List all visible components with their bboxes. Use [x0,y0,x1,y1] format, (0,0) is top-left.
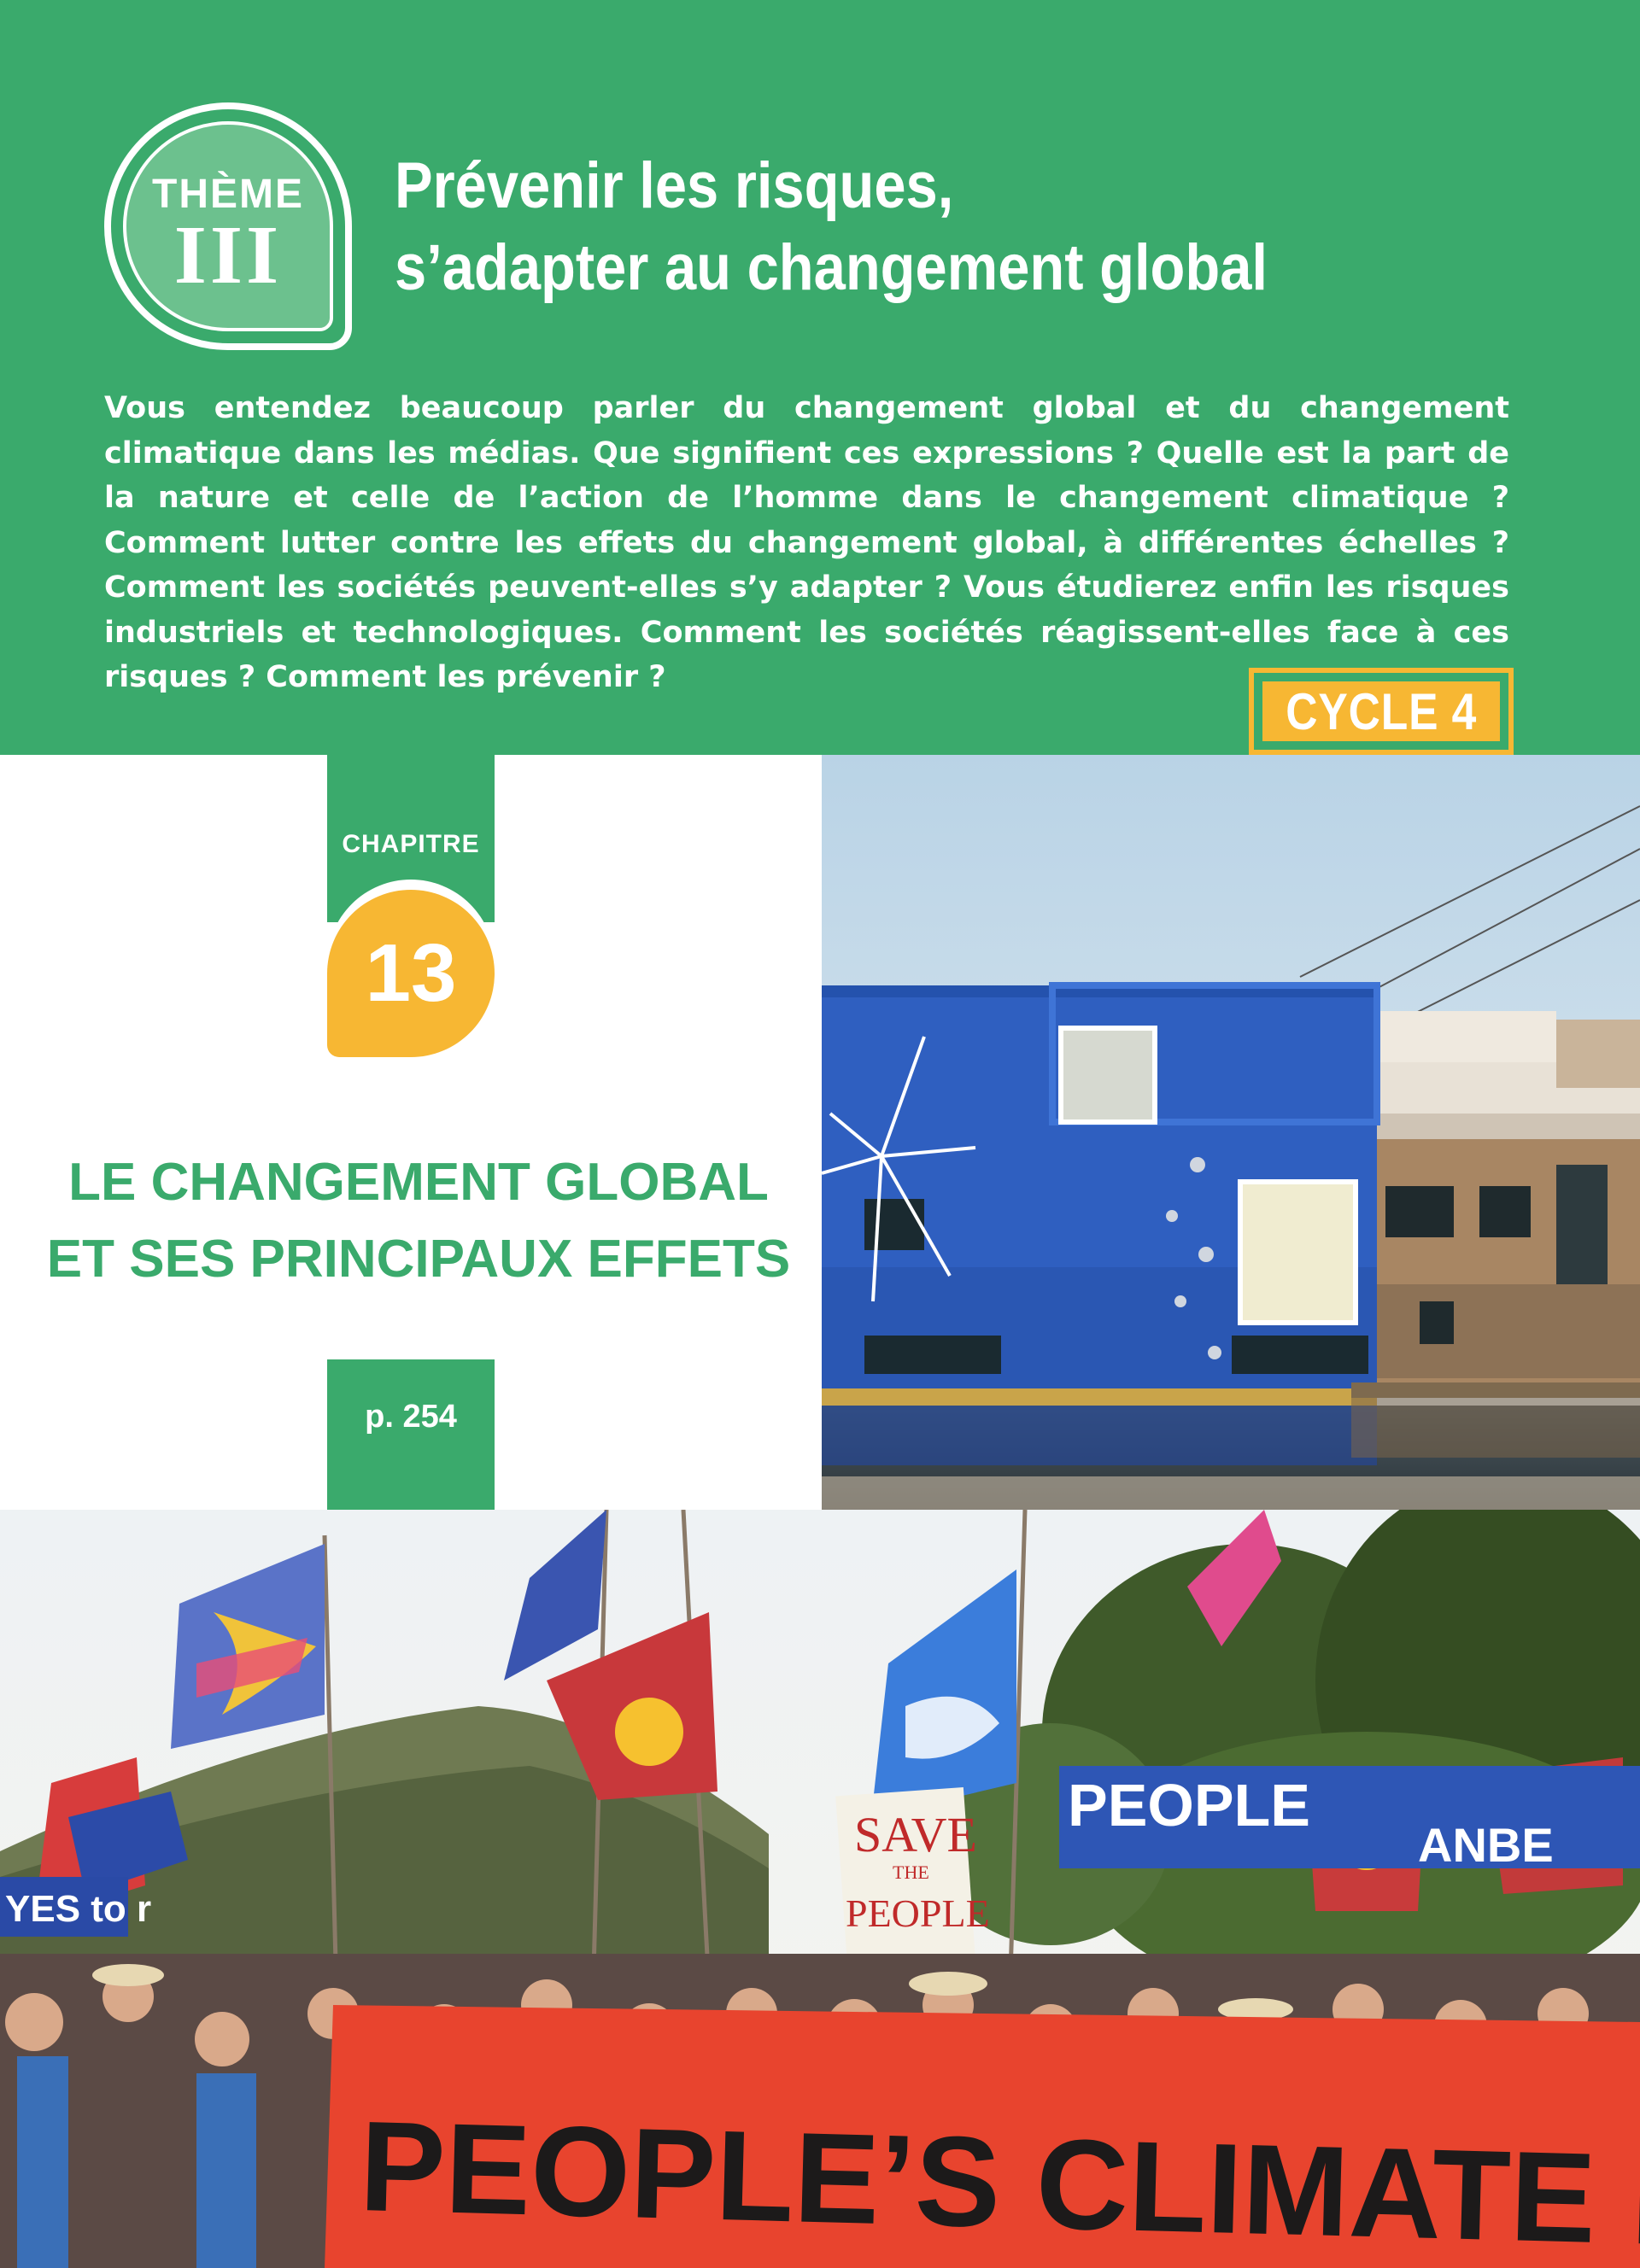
climate-march-illustration: PEOPLE ANBE SAVE THE PEOPLE YES to r PEO… [0,1510,1640,2268]
cycle-badge: CYCLE 4 [1249,668,1514,755]
theme-title-line-1: Prévenir les risques, [395,149,954,222]
cycle-badge-inner: CYCLE 4 [1262,681,1500,741]
sign-people-blue: PEOPLE [1068,1772,1310,1838]
sign-save: SAVE [854,1807,977,1862]
houseboat-photo-illustration [822,755,1640,1510]
theme-title-line-2: s’adapter au changement global [395,231,1268,304]
sign-people: PEOPLE [846,1891,990,1935]
theme-number: III [173,209,283,301]
chapter-title-line-1: LE CHANGEMENT GLOBAL [68,1153,769,1212]
chapter-label: CHAPITRE [342,830,480,858]
sign-the: THE [893,1862,929,1883]
cycle-label: CYCLE 4 [1286,682,1477,740]
page-reference[interactable]: p. 254 [327,1399,495,1435]
chapter-number-badge: 13 [327,890,495,1057]
climate-march-photo: PEOPLE ANBE SAVE THE PEOPLE YES to r PEO… [0,1510,1640,2268]
sign-yes: YES to r [5,1888,151,1930]
chapter-title-line-2: ET SES PRINCIPAUX EFFETS [46,1230,791,1289]
theme-title: Prévenir les risques, s’adapter au chang… [395,145,1447,309]
chapter-title[interactable]: LE CHANGEMENT GLOBAL ET SES PRINCIPAUX E… [34,1144,803,1298]
theme-intro-text: Vous entendez beaucoup parler du changem… [104,391,1509,694]
houseboat-photo [822,755,1640,1510]
sign-anbe: ANBE [1418,1818,1554,1872]
chapter-number: 13 [365,927,457,1019]
theme-badge: THÈME III [104,102,352,350]
